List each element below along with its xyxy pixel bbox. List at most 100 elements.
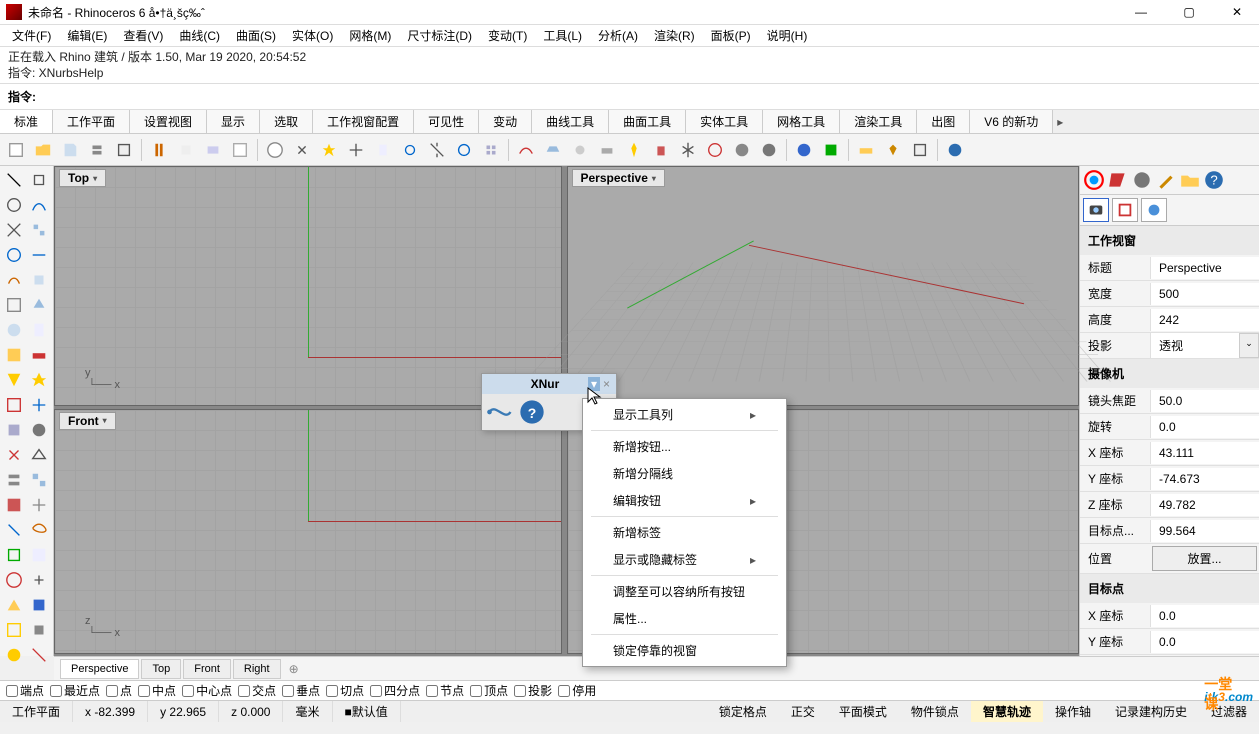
viewport-tab[interactable]: Right [233, 659, 281, 679]
status-toggle[interactable]: 正交 [779, 701, 827, 722]
tool-icon[interactable] [27, 468, 50, 491]
context-menu-item[interactable]: 新增分隔线 [583, 460, 786, 487]
menu-item[interactable]: 曲线(C) [171, 25, 228, 46]
menu-item[interactable]: 编辑(E) [59, 25, 115, 46]
tool-icon[interactable] [2, 493, 25, 516]
add-viewport-icon[interactable]: ⊕ [283, 659, 305, 679]
toolbar-tab[interactable]: 渲染工具 [840, 110, 917, 134]
tool-icon[interactable] [2, 268, 25, 291]
osnap-option[interactable]: 交点 [238, 682, 276, 699]
tool-icon[interactable] [2, 368, 25, 391]
prop-value[interactable]: Perspective [1150, 257, 1259, 279]
toolbar-icon[interactable] [31, 138, 55, 162]
toolbar-icon[interactable] [263, 138, 287, 162]
prop-value[interactable]: 0.0 [1150, 605, 1259, 627]
menu-item[interactable]: 面板(P) [703, 25, 759, 46]
floater-close-icon[interactable]: × [603, 377, 610, 391]
osnap-option[interactable]: 节点 [426, 682, 464, 699]
toolbar-icon[interactable] [174, 138, 198, 162]
toolbar-icon[interactable] [290, 138, 314, 162]
tool-icon[interactable] [27, 593, 50, 616]
tool-icon[interactable] [2, 318, 25, 341]
context-menu-item[interactable]: 新增标签 [583, 519, 786, 546]
tool-icon[interactable] [27, 293, 50, 316]
toolbar-icon[interactable] [881, 138, 905, 162]
menu-item[interactable]: 查看(V) [115, 25, 171, 46]
context-menu-item[interactable]: 属性... [583, 605, 786, 632]
toolbar-icon[interactable] [819, 138, 843, 162]
osnap-option[interactable]: 切点 [326, 682, 364, 699]
toolbar-icon[interactable] [425, 138, 449, 162]
tool-icon[interactable] [2, 643, 25, 666]
tool-icon[interactable] [2, 568, 25, 591]
tool-icon[interactable] [2, 593, 25, 616]
tool-icon[interactable] [2, 243, 25, 266]
toolbar-icon[interactable] [479, 138, 503, 162]
osnap-option[interactable]: 点 [106, 682, 132, 699]
toolbar-icon[interactable] [622, 138, 646, 162]
osnap-option[interactable]: 停用 [558, 682, 596, 699]
toolbar-icon[interactable] [568, 138, 592, 162]
toolbar-icon[interactable] [371, 138, 395, 162]
toolbar-icon[interactable] [854, 138, 878, 162]
menu-item[interactable]: 文件(F) [4, 25, 59, 46]
tool-icon[interactable] [27, 268, 50, 291]
prop-value[interactable]: 242 [1150, 309, 1259, 331]
toolbar-icon[interactable] [58, 138, 82, 162]
prop-value[interactable]: 500 [1150, 283, 1259, 305]
status-unit[interactable]: 毫米 [283, 701, 332, 722]
toolbar-tab[interactable]: 显示 [207, 110, 260, 134]
toolbar-tab[interactable]: 选取 [260, 110, 313, 134]
xnurbs-tool-icon[interactable] [486, 398, 514, 426]
tool-icon[interactable] [27, 168, 50, 191]
tool-icon[interactable] [2, 168, 25, 191]
tool-icon[interactable] [2, 393, 25, 416]
toolbar-tab[interactable]: V6 的新功 [970, 110, 1053, 134]
menu-item[interactable]: 变动(T) [480, 25, 535, 46]
viewport-tab[interactable]: Perspective [60, 659, 139, 679]
osnap-option[interactable]: 最近点 [50, 682, 100, 699]
context-menu-item[interactable]: 新增按钮... [583, 433, 786, 460]
context-menu-item[interactable]: 调整至可以容纳所有按钮 [583, 578, 786, 605]
osnap-option[interactable]: 顶点 [470, 682, 508, 699]
tool-icon[interactable] [27, 518, 50, 541]
status-toggle[interactable]: 物件锁点 [899, 701, 971, 722]
osnap-option[interactable]: 投影 [514, 682, 552, 699]
xnurbs-help-icon[interactable]: ? [518, 398, 546, 426]
tool-icon[interactable] [2, 468, 25, 491]
properties-mode-material[interactable] [1141, 198, 1167, 222]
status-toggle[interactable]: 锁定格点 [707, 701, 779, 722]
menu-item[interactable]: 尺寸标注(D) [399, 25, 480, 46]
toolbar-icon[interactable] [317, 138, 341, 162]
prop-value[interactable]: 50.0 [1150, 390, 1259, 412]
tool-icon[interactable] [2, 543, 25, 566]
toolbar-icon[interactable] [792, 138, 816, 162]
context-menu-item[interactable]: 显示工具列▸ [583, 401, 786, 428]
toolbar-tab[interactable]: 网格工具 [763, 110, 840, 134]
osnap-option[interactable]: 四分点 [370, 682, 420, 699]
tool-icon[interactable] [27, 493, 50, 516]
tool-icon[interactable] [27, 318, 50, 341]
tool-icon[interactable] [2, 443, 25, 466]
status-y[interactable]: y 22.965 [148, 701, 219, 722]
prop-value[interactable]: -74.673 [1150, 468, 1259, 490]
panel-tab-help-icon[interactable]: ? [1203, 169, 1225, 191]
tool-icon[interactable] [27, 218, 50, 241]
status-layer[interactable]: ■默认值 [333, 701, 401, 722]
toolbar-tab[interactable]: 工作平面 [53, 110, 130, 134]
viewport-tab[interactable]: Top [141, 659, 181, 679]
tool-icon[interactable] [27, 193, 50, 216]
toolbar-icon[interactable] [595, 138, 619, 162]
minimize-button[interactable]: — [1125, 5, 1157, 19]
menu-item[interactable]: 分析(A) [590, 25, 646, 46]
toolbar-icon[interactable] [676, 138, 700, 162]
panel-tab-layers-icon[interactable] [1131, 169, 1153, 191]
status-x[interactable]: x -82.399 [73, 701, 148, 722]
toolbar-tab[interactable]: 工作视窗配置 [313, 110, 414, 134]
tool-icon[interactable] [27, 418, 50, 441]
tool-icon[interactable] [2, 618, 25, 641]
toolbar-icon[interactable] [147, 138, 171, 162]
toolbar-icon[interactable] [703, 138, 727, 162]
toolbar-icon[interactable] [344, 138, 368, 162]
viewport-label-perspective[interactable]: Perspective [572, 169, 665, 187]
